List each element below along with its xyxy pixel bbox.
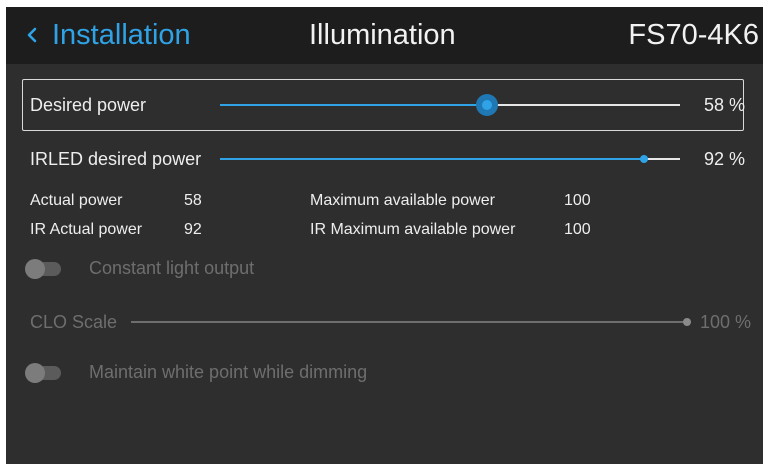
page-title: Illumination [309, 19, 456, 51]
irled-power-track-filled [220, 158, 644, 160]
ir-actual-power-label: IR Actual power [30, 221, 143, 238]
white-point-toggle[interactable] [25, 363, 61, 383]
actual-power-value: 58 [184, 192, 202, 209]
desired-power-label: Desired power [30, 95, 147, 115]
constant-light-label: Constant light output [89, 258, 255, 278]
desired-power-value: 58 % [704, 95, 746, 115]
white-point-toggle-knob [25, 363, 45, 383]
clo-scale-value: 100 % [700, 312, 752, 332]
constant-light-toggle-knob [25, 259, 45, 279]
max-power-value: 100 [564, 192, 591, 209]
back-label: Installation [52, 19, 191, 51]
irled-power-label: IRLED desired power [30, 149, 202, 169]
chevron-left-icon [27, 27, 37, 43]
desired-power-thumb[interactable] [482, 100, 492, 110]
irled-power-track-empty [644, 158, 680, 160]
ir-max-power-value: 100 [564, 221, 591, 238]
desired-power-track-filled [220, 104, 487, 106]
illumination-screen: Installation Illumination FS70-4K6 Desir… [6, 7, 763, 464]
actual-power-label: Actual power [30, 192, 123, 209]
desired-power-track-empty [487, 104, 680, 106]
clo-scale-label: CLO Scale [30, 312, 118, 332]
ir-max-power-label: IR Maximum available power [310, 221, 516, 238]
constant-light-toggle[interactable] [25, 259, 61, 279]
irled-power-thumb[interactable] [640, 155, 648, 163]
irled-power-value: 92 % [704, 149, 746, 169]
clo-scale-track [131, 321, 687, 323]
device-model: FS70-4K6 [628, 19, 759, 51]
ir-actual-power-value: 92 [184, 221, 202, 238]
clo-scale-thumb [683, 318, 691, 326]
header-bar: Installation Illumination FS70-4K6 [6, 7, 763, 64]
max-power-label: Maximum available power [310, 192, 495, 209]
back-button[interactable]: Installation [26, 20, 191, 50]
white-point-label: Maintain white point while dimming [89, 362, 368, 382]
